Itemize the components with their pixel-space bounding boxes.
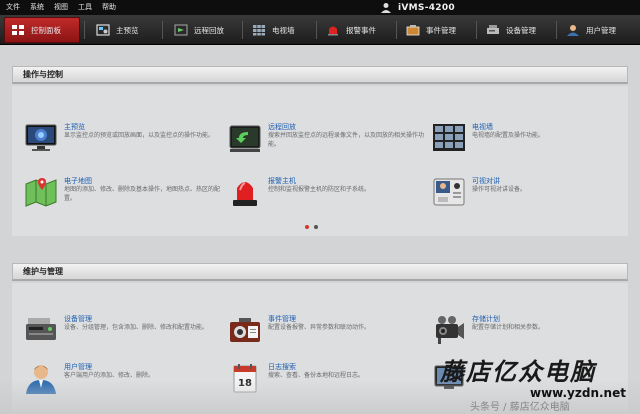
playback-icon	[229, 125, 261, 152]
menu-bar: 文件 系统 视图 工具 帮助 iVMS-4200	[0, 0, 640, 15]
app-title-wrap: iVMS-4200	[380, 0, 455, 15]
menu-tools[interactable]: 工具	[78, 0, 92, 15]
device-icon	[26, 318, 56, 343]
item-name: 电视墙	[472, 123, 493, 131]
item-desc: 控制和监视报警主机的防区和子系统。	[268, 186, 371, 193]
tab-remote-playback[interactable]: 远程回放	[168, 17, 240, 43]
section-header-operation: 操作与控制	[12, 66, 628, 84]
tab-label: 主预览	[116, 25, 139, 35]
app-title: iVMS-4200	[398, 2, 455, 13]
tab-divider	[242, 21, 243, 39]
item-name: 日志搜索	[268, 363, 296, 371]
tab-divider	[556, 21, 557, 39]
tab-label: 事件管理	[426, 25, 456, 35]
watermark-url: www.yzdn.net	[530, 386, 626, 400]
item-name: 用户管理	[64, 363, 92, 371]
item-desc: 操作可视对讲设备。	[472, 186, 527, 193]
menu-file[interactable]: 文件	[6, 0, 20, 15]
item-alarm-host[interactable]: 报警主机 控制和监视报警主机的防区和子系统。	[228, 176, 418, 212]
user-icon	[567, 25, 579, 36]
menu-view[interactable]: 视图	[54, 0, 68, 15]
watermark-title: 藤店亿众电脑	[440, 357, 596, 386]
watermark-sub: 头条号 / 藤店亿众电脑	[470, 402, 570, 413]
section-header-maintenance: 维护与管理	[12, 263, 628, 281]
tab-divider	[476, 21, 477, 39]
tab-control-panel[interactable]: 控制面板	[4, 17, 80, 43]
grid-icon	[12, 25, 24, 35]
tab-alarm-events[interactable]: 报警事件	[320, 17, 394, 43]
item-storage-plan[interactable]: 存储计划 配置存储计划和相关参数。	[432, 314, 622, 350]
tab-label: 报警事件	[346, 25, 376, 35]
item-event-management[interactable]: 事件管理 配置设备报警、异常参数和联动动作。	[228, 314, 418, 350]
item-desc: 电视墙的配置及操作功能。	[472, 132, 545, 139]
tab-divider	[316, 21, 317, 39]
device-icon	[487, 25, 499, 34]
item-name: 可视对讲	[472, 177, 500, 185]
playback-icon	[174, 24, 188, 36]
event-icon	[230, 318, 260, 342]
menu-system[interactable]: 系统	[30, 0, 44, 15]
item-remote-playback[interactable]: 远程回放 搜索并回放监控点的远程录像文件，以及回放的相关操作功能。	[228, 122, 424, 158]
tab-divider	[162, 21, 163, 39]
map-icon	[25, 178, 57, 207]
item-name: 主预览	[64, 123, 85, 131]
item-name: 事件管理	[268, 315, 296, 323]
tab-label: 用户管理	[586, 25, 616, 35]
video-wall-icon	[433, 124, 465, 151]
item-video-wall[interactable]: 电视墙 电视墙的配置及操作功能。	[432, 122, 622, 158]
item-e-map[interactable]: 电子地图 地图的添加、修改、删除及基本操作，地图热点、热区的配置。	[24, 176, 220, 212]
item-desc: 显示监控点的预览或回放画面，以及监控点的操作功能。	[64, 132, 215, 139]
event-icon	[406, 25, 420, 36]
menu-help[interactable]: 帮助	[102, 0, 116, 15]
item-desc: 搜索并回放监控点的远程录像文件，以及回放的相关操作功能。	[268, 132, 425, 148]
item-name: 设备管理	[64, 315, 92, 323]
tab-video-wall[interactable]: 电视墙	[246, 17, 312, 43]
item-desc: 设备、分组管理，包含添加、删除、修改和配置功能。	[64, 324, 209, 331]
item-name: 存储计划	[472, 315, 500, 323]
tab-event-management[interactable]: 事件管理	[400, 17, 472, 43]
item-desc: 地图的添加、修改、删除及基本操作，地图热点、热区的配置。	[64, 186, 221, 202]
tab-main-preview[interactable]: 主预览	[90, 17, 160, 43]
item-main-preview[interactable]: 主预览 显示监控点的预览或回放画面，以及监控点的操作功能。	[24, 122, 214, 158]
item-desc: 配置设备报警、异常参数和联动动作。	[268, 324, 371, 331]
tab-label: 控制面板	[31, 25, 61, 35]
tab-label: 设备管理	[506, 25, 536, 35]
item-name: 远程回放	[268, 123, 296, 131]
monitor-icon	[25, 124, 57, 151]
siren-icon	[233, 182, 257, 206]
alarm-icon	[328, 26, 338, 36]
tab-divider	[84, 21, 85, 39]
item-name: 电子地图	[64, 177, 92, 185]
tab-device-management[interactable]: 设备管理	[480, 17, 552, 43]
storage-icon	[436, 316, 464, 344]
pager-dot-active[interactable]	[305, 225, 309, 229]
item-device-management[interactable]: 设备管理 设备、分组管理，包含添加、删除、修改和配置功能。	[24, 314, 214, 350]
tab-bar: 控制面板 主预览 远程回放 电视墙 报警事件 事件管理 设备管理 用户管理	[0, 15, 640, 45]
tab-user-management[interactable]: 用户管理	[560, 17, 636, 43]
tab-label: 远程回放	[194, 25, 224, 35]
panel-operation	[12, 86, 628, 236]
user-avatar-icon	[381, 3, 391, 13]
camera-preview-icon	[96, 24, 110, 36]
intercom-icon	[433, 178, 465, 206]
item-desc: 配置存储计划和相关参数。	[472, 324, 545, 331]
item-name: 报警主机	[268, 177, 296, 185]
video-wall-icon	[253, 25, 265, 36]
pager-dot[interactable]	[314, 225, 318, 229]
item-video-intercom[interactable]: 可视对讲 操作可视对讲设备。	[432, 176, 622, 212]
tab-label: 电视墙	[272, 25, 295, 35]
tab-divider	[396, 21, 397, 39]
